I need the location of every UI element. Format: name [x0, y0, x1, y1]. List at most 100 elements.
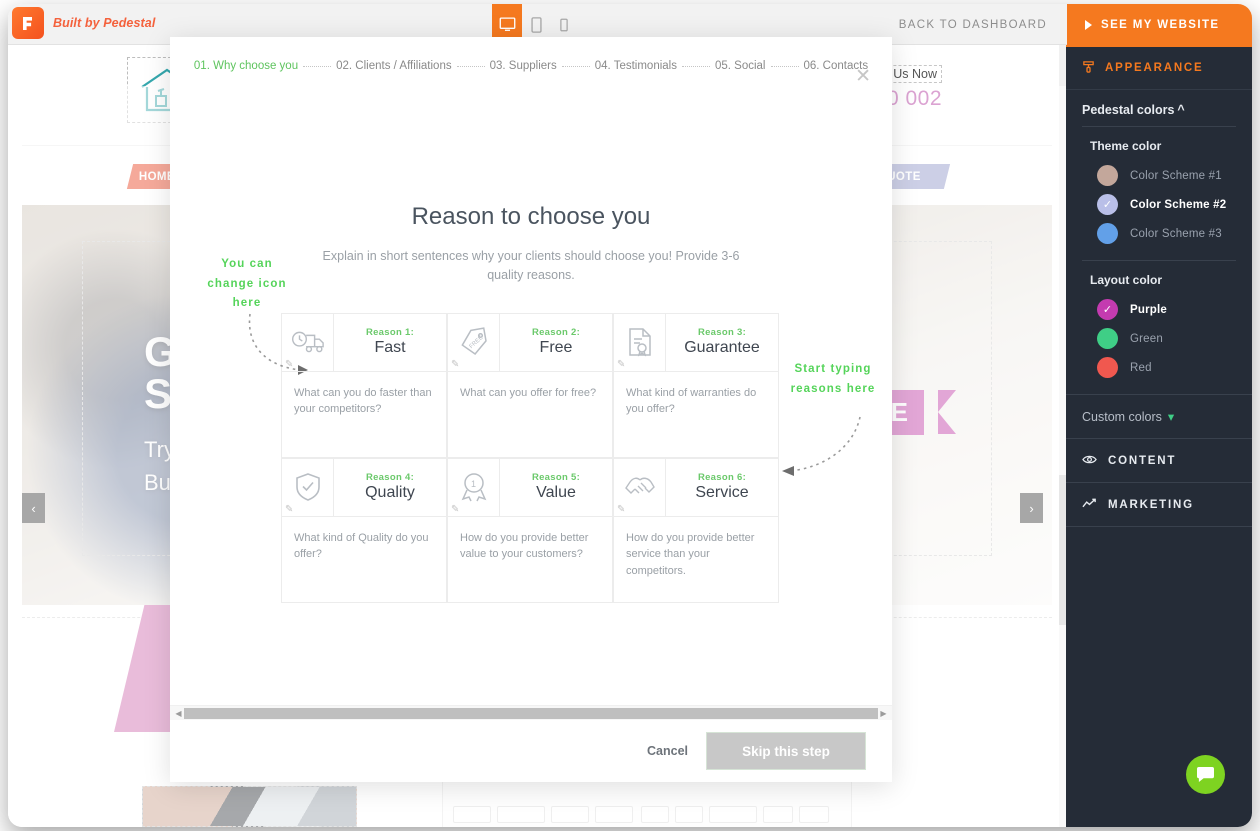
wizard-step-5[interactable]: 05. Social: [715, 60, 766, 72]
chart-line-icon: [1082, 498, 1097, 512]
sidebar-section-appearance[interactable]: APPEARANCE: [1066, 47, 1252, 90]
color-label: Purple: [1130, 303, 1167, 316]
reason-card-header: 1 ✎ Reason 5: Value: [448, 458, 612, 517]
modal-footer: Cancel Skip this step: [170, 720, 892, 782]
see-my-website-label: SEE MY WEBSITE: [1101, 18, 1220, 31]
reason-title[interactable]: Value: [536, 484, 576, 502]
color-label: Color Scheme #3: [1130, 227, 1222, 240]
reason-card-title-block: Reason 4: Quality: [334, 459, 446, 516]
reason-title[interactable]: Free: [540, 339, 573, 357]
brush-icon: [1082, 60, 1095, 76]
reason-card-5[interactable]: 1 ✎ Reason 5: Value How do you provide b…: [447, 457, 613, 603]
svg-text:FREE: FREE: [468, 335, 484, 350]
wizard-step-4[interactable]: 04. Testimonials: [595, 60, 677, 72]
reason-card-6[interactable]: ✎ Reason 6: Service How do you provide b…: [613, 457, 779, 603]
reason-card-3[interactable]: ✎ Reason 3: Guarantee What kind of warra…: [613, 312, 779, 458]
sidebar-marketing-label: MARKETING: [1108, 498, 1194, 511]
color-label: Color Scheme #2: [1130, 198, 1227, 211]
wizard-step-1[interactable]: 01. Why choose you: [194, 60, 298, 72]
reason-card-header: FREE ✎ Reason 2: Free: [448, 313, 612, 372]
annotation-change-icon: You can change icon here: [207, 258, 287, 310]
step-connector: [770, 65, 799, 67]
delivery-truck-icon[interactable]: ✎: [282, 313, 334, 371]
color-swatch: [1097, 165, 1118, 186]
see-my-website-button[interactable]: SEE MY WEBSITE: [1067, 4, 1252, 45]
reason-title[interactable]: Guarantee: [684, 339, 760, 357]
reason-card-title-block: Reason 3: Guarantee: [666, 314, 778, 371]
appearance-sidebar: APPEARANCE Pedestal colors ^ Theme color…: [1066, 45, 1252, 827]
award-ribbon-icon[interactable]: 1 ✎: [448, 458, 500, 516]
reason-title[interactable]: Fast: [374, 339, 405, 357]
builder-app-window: Built by Pedestal BACK TO DASHBOARD SEE …: [8, 4, 1252, 827]
scroll-right-icon[interactable]: ▶: [878, 709, 889, 718]
certificate-icon[interactable]: ✎: [614, 313, 666, 371]
back-to-dashboard-button[interactable]: BACK TO DASHBOARD: [899, 4, 1047, 45]
reason-number: Reason 4:: [365, 472, 415, 484]
reason-text-input[interactable]: What kind of warranties do you offer?: [614, 372, 778, 457]
scroll-left-icon[interactable]: ◀: [173, 709, 184, 718]
pedestal-colors-label: Pedestal colors: [1082, 103, 1175, 117]
edit-pencil-icon[interactable]: ✎: [617, 359, 625, 370]
annotation-start-typing: Start typing reasons here: [790, 363, 876, 395]
theme-color-option-2[interactable]: ✓ Color Scheme #2: [1066, 190, 1252, 219]
cancel-button[interactable]: Cancel: [647, 744, 688, 758]
close-icon[interactable]: ✕: [855, 67, 871, 86]
reason-number: Reason 5:: [531, 472, 581, 484]
chat-bubble-icon[interactable]: [1186, 755, 1225, 794]
layout-color-option-red[interactable]: Red: [1066, 353, 1252, 382]
edit-pencil-icon[interactable]: ✎: [285, 504, 293, 515]
edit-pencil-icon[interactable]: ✎: [451, 504, 459, 515]
wizard-step-2[interactable]: 02. Clients / Affiliations: [336, 60, 452, 72]
reason-card-4[interactable]: ✎ Reason 4: Quality What kind of Quality…: [281, 457, 447, 603]
reason-card-header: ✎ Reason 3: Guarantee: [614, 313, 778, 372]
shield-check-icon[interactable]: ✎: [282, 458, 334, 516]
reason-cards-grid: ✎ Reason 1: Fast What can you do faster …: [281, 312, 781, 603]
annotation-arrow-right: [782, 416, 861, 476]
reason-card-header: ✎ Reason 4: Quality: [282, 458, 446, 517]
handshake-icon[interactable]: ✎: [614, 458, 666, 516]
reason-text-input[interactable]: How do you provide better service than y…: [614, 517, 778, 602]
page-subtitle: Explain in short sentences why your clie…: [322, 249, 740, 283]
sidebar-item-marketing[interactable]: MARKETING: [1066, 483, 1252, 527]
wizard-body: Reason to choose you Explain in short se…: [170, 95, 892, 705]
reason-title[interactable]: Quality: [365, 484, 415, 502]
layout-color-option-green[interactable]: Green: [1066, 324, 1252, 353]
sidebar-content-label: CONTENT: [1108, 454, 1177, 467]
theme-color-option-1[interactable]: Color Scheme #1: [1066, 161, 1252, 190]
brand: Built by Pedestal: [12, 7, 155, 39]
svg-text:1: 1: [471, 479, 476, 489]
chevron-up-icon: ^: [1177, 103, 1185, 117]
color-label: Green: [1130, 332, 1163, 345]
reason-text-input[interactable]: What can you offer for free?: [448, 372, 612, 457]
pedestal-colors-header[interactable]: Pedestal colors ^: [1066, 90, 1252, 126]
color-swatch: [1097, 223, 1118, 244]
custom-colors-toggle[interactable]: Custom colors ▾: [1066, 394, 1252, 439]
scrollbar-thumb[interactable]: [184, 707, 878, 719]
custom-colors-label: Custom colors: [1082, 409, 1162, 424]
color-swatch: [1097, 328, 1118, 349]
reason-title[interactable]: Service: [695, 484, 748, 502]
eye-icon: [1082, 454, 1097, 468]
edit-pencil-icon[interactable]: ✎: [451, 359, 459, 370]
edit-pencil-icon[interactable]: ✎: [285, 359, 293, 370]
reason-card-title-block: Reason 5: Value: [500, 459, 612, 516]
color-label: Color Scheme #1: [1130, 169, 1222, 182]
free-tag-icon[interactable]: FREE ✎: [448, 313, 500, 371]
reason-card-2[interactable]: FREE ✎ Reason 2: Free What can you offer…: [447, 312, 613, 458]
wizard-step-nav: 01. Why choose you 02. Clients / Affilia…: [170, 37, 892, 95]
wizard-step-3[interactable]: 03. Suppliers: [490, 60, 557, 72]
edit-pencil-icon[interactable]: ✎: [617, 504, 625, 515]
reason-text-input[interactable]: What kind of Quality do you offer?: [282, 517, 446, 602]
step-connector: [681, 65, 710, 67]
reason-text-input[interactable]: How do you provide better value to your …: [448, 517, 612, 602]
sidebar-item-content[interactable]: CONTENT: [1066, 439, 1252, 483]
reason-number: Reason 3:: [697, 327, 747, 339]
modal-horizontal-scrollbar[interactable]: ◀ ▶: [170, 705, 892, 720]
reason-number: Reason 6:: [697, 472, 747, 484]
theme-color-option-3[interactable]: Color Scheme #3: [1066, 219, 1252, 248]
skip-this-step-button[interactable]: Skip this step: [706, 732, 866, 770]
layout-color-option-purple[interactable]: ✓ Purple: [1066, 295, 1252, 324]
color-swatch-selected: ✓: [1097, 194, 1118, 215]
pedestal-logo-icon: [12, 7, 44, 39]
step-connector: [303, 65, 332, 67]
